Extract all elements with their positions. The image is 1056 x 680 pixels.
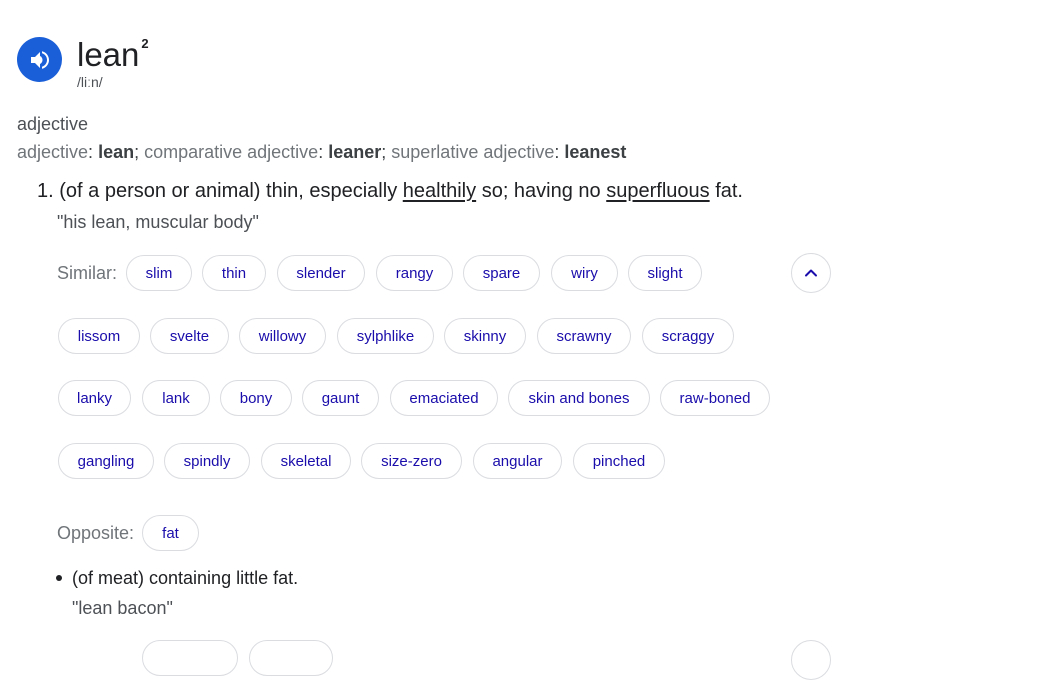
definition-link-healthily[interactable]: healthily <box>403 180 476 202</box>
synonym-chip[interactable]: lanky <box>58 380 131 416</box>
synonym-chip[interactable]: scraggy <box>642 318 734 354</box>
speaker-icon <box>30 50 49 69</box>
form-value: leaner <box>328 142 382 162</box>
synonym-chip[interactable]: rangy <box>376 255 453 291</box>
synonym-chip[interactable]: pinched <box>573 443 665 479</box>
sense-1-definition: 1. (of a person or animal) thin, especia… <box>37 180 743 202</box>
synonym-chip[interactable]: emaciated <box>390 380 498 416</box>
synonym-chip[interactable]: skeletal <box>261 443 351 479</box>
synonym-chip-partial[interactable] <box>142 640 238 676</box>
synonym-chip[interactable]: svelte <box>150 318 229 354</box>
synonym-chip[interactable]: raw-boned <box>660 380 770 416</box>
synonym-chip[interactable]: spindly <box>164 443 250 479</box>
similar-label: Similar: <box>57 263 118 283</box>
sense-1-example: "his lean, muscular body" <box>57 212 259 232</box>
phonetic-transcription: /liːn/ <box>77 74 103 90</box>
synonym-chip[interactable]: slender <box>277 255 365 291</box>
synonym-chip[interactable]: size-zero <box>361 443 462 479</box>
sense-2-example: "lean bacon" <box>72 598 173 618</box>
synonym-chip[interactable]: lissom <box>58 318 140 354</box>
synonym-chip[interactable]: skin and bones <box>508 380 650 416</box>
sense-2-bullet <box>56 575 62 581</box>
synonym-chip[interactable]: angular <box>473 443 562 479</box>
headword: lean 2 <box>77 36 149 73</box>
collapse-synonyms-button[interactable] <box>791 253 831 293</box>
synonym-chip[interactable]: lank <box>142 380 210 416</box>
synonym-chip[interactable]: thin <box>202 255 266 291</box>
form-label: superlative adjective <box>391 142 555 162</box>
synonym-chip[interactable]: gangling <box>58 443 154 479</box>
form-value: leanest <box>564 142 627 162</box>
homograph-number: 2 <box>141 36 149 51</box>
chevron-up-icon <box>805 269 817 277</box>
synonym-chip[interactable]: sylphlike <box>337 318 434 354</box>
sense-number: 1. <box>37 180 54 202</box>
synonym-chip[interactable]: spare <box>463 255 540 291</box>
synonym-chip[interactable]: scrawny <box>537 318 631 354</box>
collapse-synonyms-button-partial[interactable] <box>791 640 831 680</box>
form-label: adjective <box>17 142 89 162</box>
sense-2-definition: (of meat) containing little fat. <box>72 568 299 588</box>
part-of-speech: adjective <box>17 114 89 134</box>
definition-link-superfluous[interactable]: superfluous <box>606 180 709 202</box>
inflected-forms: adjective: lean; comparative adjective: … <box>17 142 627 162</box>
antonym-chip[interactable]: fat <box>142 515 199 551</box>
synonym-chip[interactable]: willowy <box>239 318 326 354</box>
form-value: lean <box>98 142 135 162</box>
synonym-chip[interactable]: slight <box>628 255 702 291</box>
synonym-chip[interactable]: gaunt <box>302 380 379 416</box>
synonym-chip[interactable]: wiry <box>551 255 618 291</box>
synonym-chip-partial[interactable] <box>249 640 333 676</box>
opposite-label: Opposite: <box>57 523 135 543</box>
synonym-chip[interactable]: slim <box>126 255 192 291</box>
form-label: comparative adjective <box>144 142 319 162</box>
synonym-chip[interactable]: bony <box>220 380 292 416</box>
synonym-chip[interactable]: skinny <box>444 318 526 354</box>
pronounce-button[interactable] <box>17 37 62 82</box>
